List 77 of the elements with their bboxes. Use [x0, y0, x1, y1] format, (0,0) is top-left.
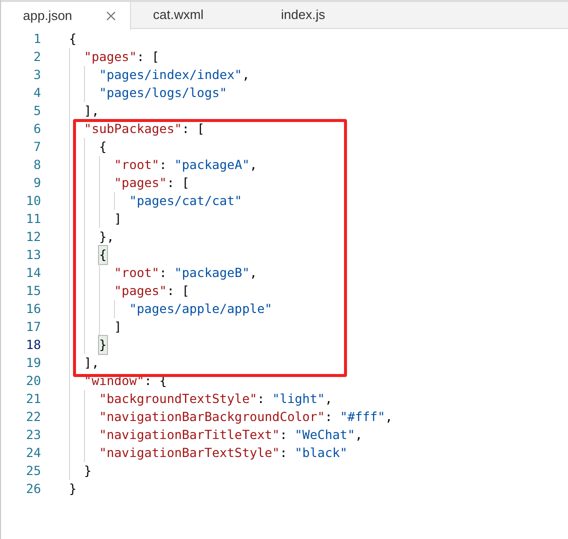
json-punctuation: :: [324, 408, 334, 426]
line-number: 8: [32, 156, 41, 174]
json-punctuation: ]: [114, 210, 122, 228]
line-number: 24: [24, 444, 41, 462]
json-string: "packageA": [174, 156, 250, 174]
line-number: 23: [24, 426, 41, 444]
line-number: 14: [24, 264, 41, 282]
json-punctuation: : [: [136, 48, 160, 66]
line-number: 5: [32, 102, 41, 120]
line-number: 18: [24, 336, 41, 354]
json-punctuation: ,: [250, 264, 258, 282]
json-string: "pages/cat/cat": [129, 192, 242, 210]
line-number: 3: [32, 66, 41, 84]
line-number: 2: [32, 48, 41, 66]
json-string: "pages/logs/logs": [99, 84, 228, 102]
line-number: 16: [24, 300, 41, 318]
json-punctuation: ,: [250, 156, 258, 174]
json-punctuation: {: [99, 138, 107, 156]
json-string: "light": [272, 390, 325, 408]
line-number: 11: [24, 210, 41, 228]
line-number: 7: [32, 138, 41, 156]
editor-tab[interactable]: index.js: [259, 2, 387, 28]
line-number: 25: [24, 462, 41, 480]
json-punctuation: }: [99, 336, 107, 354]
json-punctuation: :: [280, 444, 288, 462]
line-number: 13: [24, 246, 41, 264]
json-string: "pages/index/index": [99, 66, 242, 84]
json-punctuation: ],: [84, 354, 100, 372]
line-number: 4: [32, 84, 41, 102]
json-punctuation: ,: [385, 408, 393, 426]
close-icon[interactable]: [106, 11, 116, 21]
editor-tab[interactable]: app.json: [1, 2, 131, 30]
line-number: 26: [24, 480, 41, 498]
json-key: "subPackages": [84, 120, 182, 138]
json-punctuation: }: [84, 462, 92, 480]
json-key: "navigationBarBackgroundColor": [99, 408, 325, 426]
line-number: 12: [24, 228, 41, 246]
line-number: 17: [24, 318, 41, 336]
line-number: 15: [24, 282, 41, 300]
line-number: 1: [32, 30, 41, 48]
json-punctuation: }: [69, 480, 77, 498]
json-punctuation: :: [280, 426, 288, 444]
json-punctuation: ,: [242, 66, 250, 84]
json-string: "#fff": [340, 408, 386, 426]
line-number: 20: [24, 372, 41, 390]
json-punctuation: ]: [114, 318, 122, 336]
json-string: "packageB": [174, 264, 250, 282]
line-number: 22: [24, 408, 41, 426]
json-punctuation: : [: [182, 120, 204, 138]
json-key: "backgroundTextStyle": [99, 390, 258, 408]
json-string: "black": [294, 444, 348, 462]
json-key: "pages": [114, 174, 167, 192]
json-punctuation: :: [257, 390, 266, 408]
line-number: 21: [24, 390, 41, 408]
line-number: 19: [24, 354, 41, 372]
json-key: "navigationBarTextStyle": [99, 444, 280, 462]
json-punctuation: :: [159, 264, 168, 282]
line-number: 10: [24, 192, 41, 210]
json-punctuation: : [: [166, 174, 190, 192]
json-key: "navigationBarTitleText": [99, 426, 280, 444]
json-string: "WeChat": [294, 426, 355, 444]
json-key: "pages": [84, 48, 137, 66]
editor-tab[interactable]: cat.wxml: [131, 2, 259, 28]
json-punctuation: {: [69, 30, 77, 48]
json-punctuation: : [: [166, 282, 190, 300]
json-key: "pages": [114, 282, 167, 300]
line-number: 6: [32, 120, 41, 138]
json-key: "root": [114, 264, 160, 282]
line-number: 9: [32, 174, 41, 192]
json-punctuation: {: [99, 246, 107, 264]
json-punctuation: },: [99, 228, 114, 246]
json-punctuation: ,: [355, 426, 363, 444]
json-key: "root": [114, 156, 160, 174]
json-punctuation: ,: [324, 390, 332, 408]
json-punctuation: :: [159, 156, 168, 174]
json-string: "pages/apple/apple": [129, 300, 272, 318]
json-punctuation: ],: [84, 102, 100, 120]
